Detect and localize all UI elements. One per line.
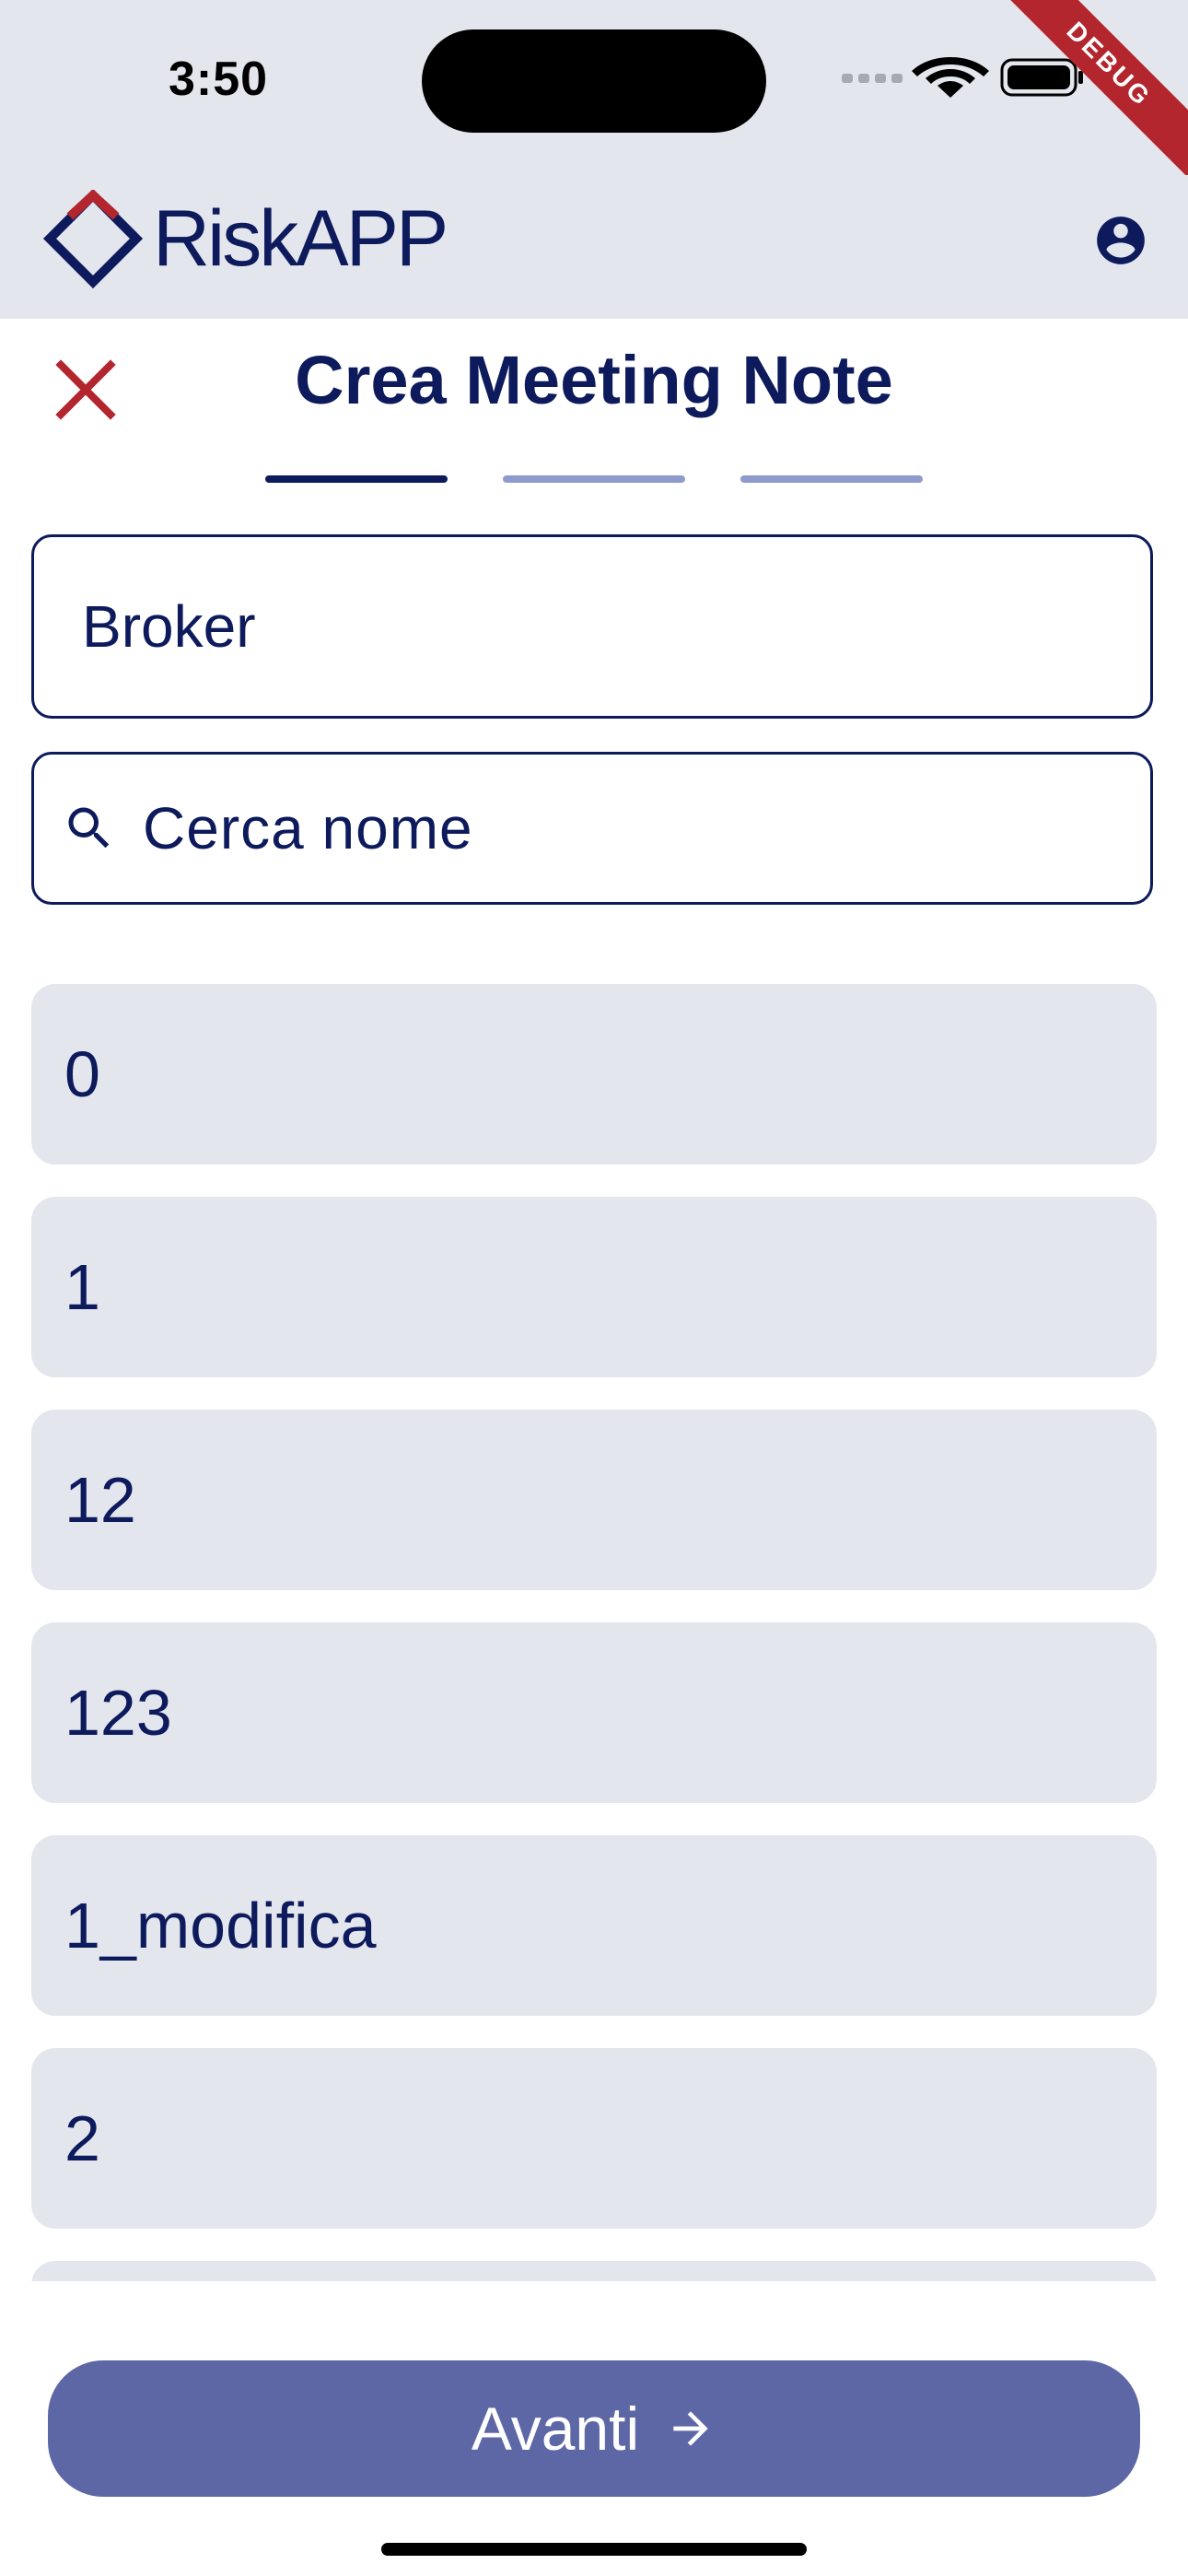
broker-field-value: Broker <box>82 593 256 660</box>
cellular-signal-icon <box>842 74 903 83</box>
page-title: Crea Meeting Note <box>295 342 893 418</box>
list-item[interactable]: 123 <box>31 1622 1157 1803</box>
search-icon <box>68 807 110 849</box>
next-button[interactable]: Avanti <box>48 2360 1140 2497</box>
account-circle-icon[interactable] <box>1092 212 1149 269</box>
arrow-right-icon <box>673 2411 708 2446</box>
name-list: 0 1 12 123 1_modifica 2 <box>0 967 1188 2281</box>
wifi-icon <box>912 57 989 98</box>
app-logo-text: RiskAPP <box>153 194 448 283</box>
list-item[interactable]: 0 <box>31 984 1157 1165</box>
list-item-label: 12 <box>64 1464 136 1536</box>
next-button-label: Avanti <box>471 2395 640 2463</box>
dynamic-island <box>422 29 766 133</box>
list-item[interactable]: 2 <box>31 2048 1157 2229</box>
search-placeholder: Cerca nome <box>143 795 473 861</box>
list-item[interactable]: 1 <box>31 1197 1157 1377</box>
step-indicator-2 <box>503 475 685 483</box>
list-item-label: 123 <box>64 1677 172 1749</box>
step-indicator-1 <box>265 475 448 483</box>
status-time: 3:50 <box>169 53 269 106</box>
riskapp-logo-icon <box>42 190 144 289</box>
debug-banner: DEBUG <box>985 0 1188 203</box>
list-item[interactable]: 1_modifica <box>31 1835 1157 2016</box>
list-item[interactable]: 12 <box>31 1410 1157 1590</box>
list-item-label: 1_modifica <box>64 1890 377 1961</box>
step-indicator-3 <box>740 475 923 483</box>
list-item-label: 0 <box>64 1038 100 1110</box>
list-item-label: 1 <box>64 1251 100 1323</box>
debug-label: DEBUG <box>994 0 1188 180</box>
search-input[interactable]: Cerca nome <box>31 752 1153 905</box>
list-item-partial[interactable] <box>31 2261 1157 2281</box>
list-item-label: 2 <box>64 2102 100 2174</box>
broker-field[interactable]: Broker <box>31 534 1153 719</box>
home-indicator <box>381 2543 807 2556</box>
